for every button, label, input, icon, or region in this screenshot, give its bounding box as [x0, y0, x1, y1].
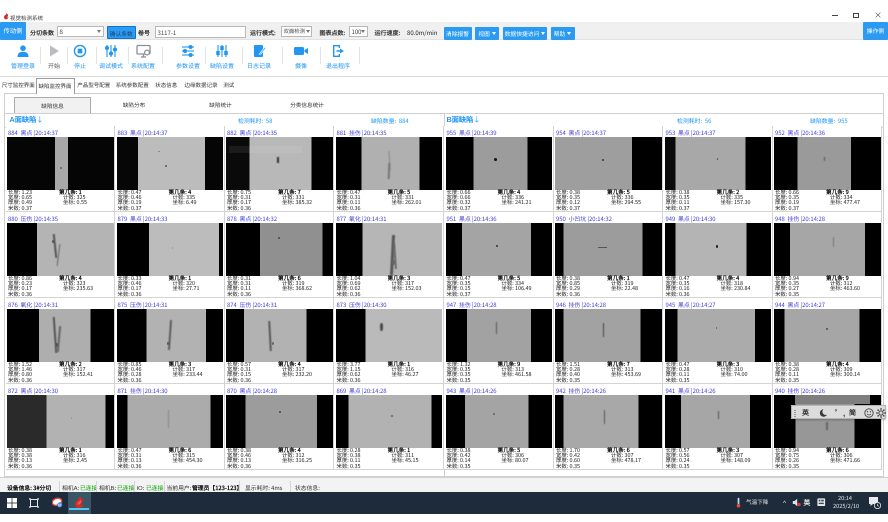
svg-text:拼: 拼	[58, 502, 62, 508]
